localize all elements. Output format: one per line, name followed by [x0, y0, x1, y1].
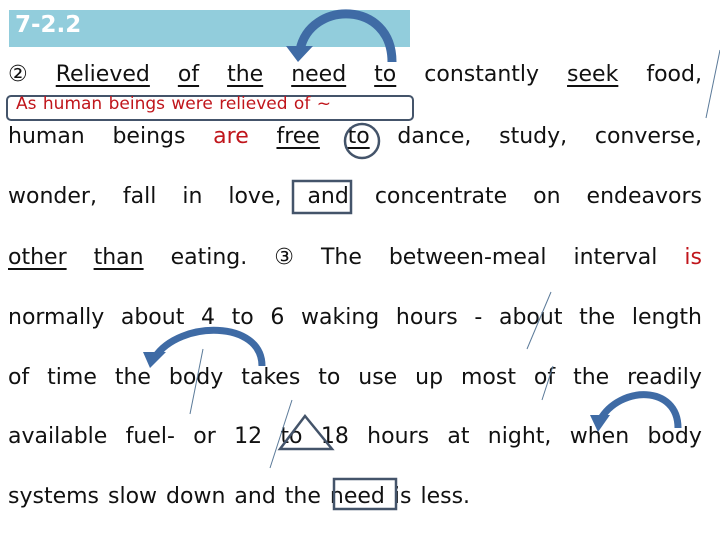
word: dance, [397, 124, 472, 149]
word: love, [228, 184, 282, 209]
word: available [8, 424, 108, 449]
word: in [182, 184, 203, 209]
word: body [168, 365, 224, 390]
word: down [166, 484, 226, 509]
word: of [177, 62, 200, 87]
word: constantly [424, 62, 540, 87]
text-line: systems slow down and the need is less. [8, 484, 702, 514]
word: length [631, 305, 702, 330]
word: hours [367, 424, 430, 449]
word: eating. [170, 245, 248, 270]
curved-arrow-middle [152, 326, 266, 367]
word: hours [395, 305, 458, 330]
word: normally [8, 305, 105, 330]
word: need [329, 484, 385, 509]
word: to [347, 124, 370, 149]
word: need [291, 62, 347, 87]
word: waking [301, 305, 380, 330]
word: time [47, 365, 97, 390]
word: of [8, 365, 30, 390]
word: use [358, 365, 398, 390]
section-title: 7-2.2 [15, 12, 82, 38]
slash-mark [705, 49, 720, 119]
curved-arrow-top-head [286, 46, 313, 62]
word: study, [499, 124, 568, 149]
word: about [498, 305, 563, 330]
word: night, [487, 424, 552, 449]
word: ② [8, 62, 28, 87]
word: beings [112, 124, 186, 149]
word: the [227, 62, 264, 87]
text-line: wonder, fall in love, and concentrate on endeav… [8, 184, 702, 214]
word: takes [241, 365, 301, 390]
word: 6 [270, 305, 285, 330]
word: the [579, 305, 616, 330]
word: 4 [200, 305, 215, 330]
word: Relieved [55, 62, 150, 87]
word: - [474, 305, 483, 330]
text-line: human beings are free to dance, study, converse… [8, 124, 702, 154]
word: The [320, 245, 362, 270]
word: slow [108, 484, 158, 509]
word: readily [627, 365, 702, 390]
word: other [8, 245, 67, 270]
text-line: other than eating. ③ The between-meal interval… [8, 245, 702, 275]
word: is [684, 245, 702, 270]
word: seek [567, 62, 619, 87]
word: or [193, 424, 216, 449]
word: are [213, 124, 249, 149]
word: human [8, 124, 85, 149]
word: the [573, 365, 610, 390]
word: when [569, 424, 630, 449]
word: the [114, 365, 151, 390]
word: 12 [234, 424, 263, 449]
word: most [461, 365, 516, 390]
word: less. [420, 484, 471, 509]
word: and [307, 184, 349, 209]
word: 18 [320, 424, 349, 449]
word: converse, [594, 124, 702, 149]
word: to [280, 424, 303, 449]
word: between-meal [388, 245, 547, 270]
word: wonder, [8, 184, 97, 209]
word: food, [646, 62, 702, 87]
word: endeavors [586, 184, 702, 209]
word: to [318, 365, 341, 390]
text-line: ② Relieved of the need to constantly seek food, [8, 62, 702, 92]
word: and [234, 484, 276, 509]
word: to [231, 305, 254, 330]
word: is [393, 484, 412, 509]
word: up [415, 365, 444, 390]
word: the [284, 484, 321, 509]
text-line: normally about 4 to 6 waking hours - about the len… [8, 305, 702, 335]
word: than [93, 245, 144, 270]
hint-text: As human beings were relieved of ~ [16, 94, 331, 114]
word: fall [122, 184, 157, 209]
word: concentrate [374, 184, 508, 209]
word: ③ [274, 245, 294, 270]
word: to [374, 62, 397, 87]
word: interval [573, 245, 658, 270]
text-line: of time the body takes to use up most of the readil… [8, 365, 702, 395]
word: at [447, 424, 470, 449]
word: of [533, 365, 556, 390]
word: about [120, 305, 185, 330]
word: systems [8, 484, 99, 509]
text-line: available fuel-or 12 to 18 hours at night, when b… [8, 424, 702, 454]
curved-arrow-right [596, 391, 682, 429]
word: free [276, 124, 320, 149]
word: body [647, 424, 702, 449]
word: fuel- [125, 424, 175, 449]
word: on [533, 184, 561, 209]
